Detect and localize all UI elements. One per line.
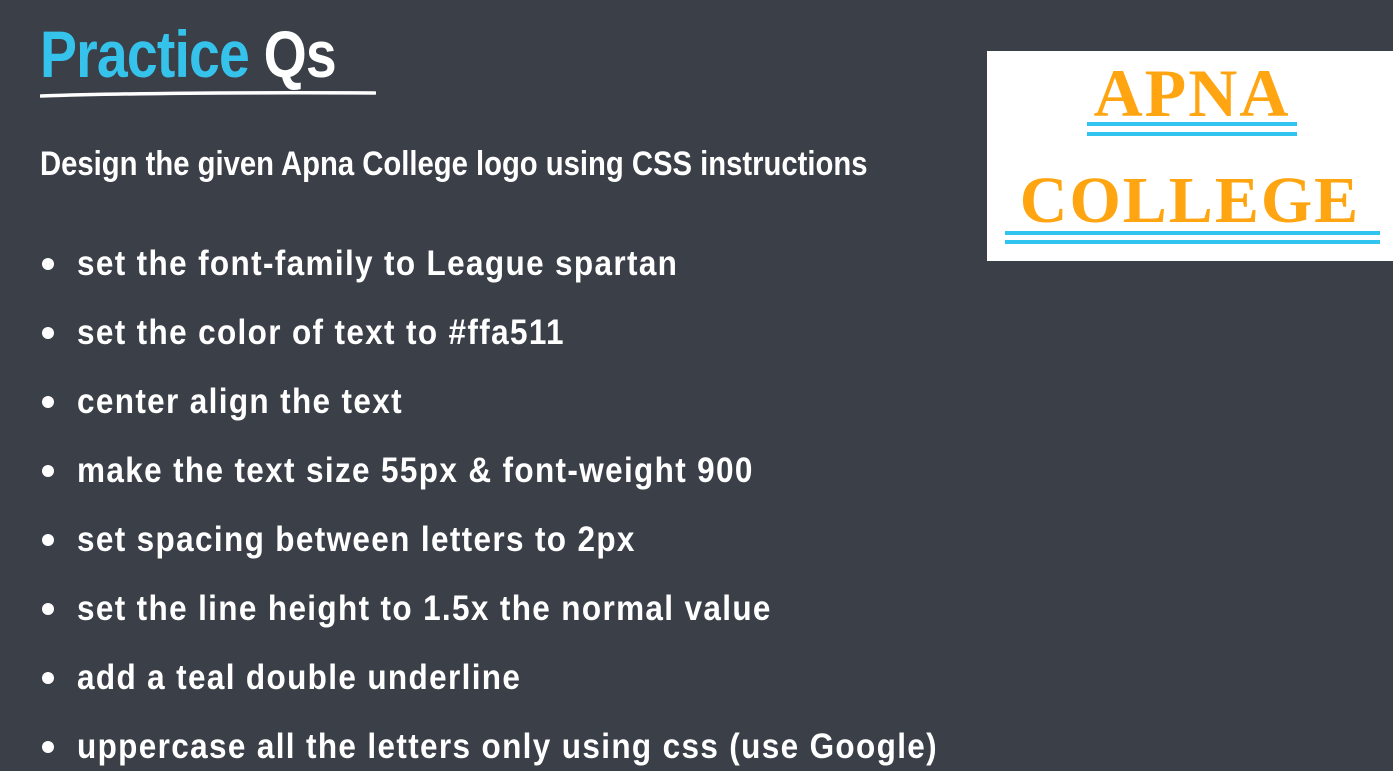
bullet-dot-icon [42, 258, 54, 270]
logo-underline-top [1087, 122, 1297, 126]
bullet-dot-icon [42, 327, 54, 339]
bullet-dot-icon [42, 741, 54, 753]
bullet-dot-icon [42, 603, 54, 615]
logo-line-apna: APNA [1093, 55, 1291, 131]
title-underline [40, 91, 376, 98]
title-word-qs: Qs [263, 17, 337, 91]
list-item-text: set spacing between letters to 2px [77, 520, 636, 559]
list-item-text: add a teal double underline [77, 658, 522, 697]
logo-underline-bottom [1087, 132, 1297, 136]
bullet-dot-icon [42, 465, 54, 477]
logo-underline-bottom [1005, 240, 1380, 244]
list-item-text: center align the text [77, 382, 403, 421]
apna-college-logo: APNA COLLEGE [987, 51, 1393, 261]
bullet-dot-icon [42, 396, 54, 408]
list-item-text: set the line height to 1.5x the normal v… [77, 589, 772, 628]
list-item-text: set the font-family to League spartan [77, 244, 679, 283]
list-item-text: uppercase all the letters only using css… [77, 727, 939, 766]
slide-subtitle: Design the given Apna College logo using… [40, 145, 868, 183]
slide-title: Practice Qs [40, 14, 337, 94]
logo-underline-top [1005, 231, 1380, 235]
bullet-dot-icon [42, 534, 54, 546]
logo-line-college: COLLEGE [1019, 164, 1361, 237]
bullet-dot-icon [42, 672, 54, 684]
list-item-text: make the text size 55px & font-weight 90… [77, 451, 754, 490]
title-word-practice: Practice [40, 17, 250, 91]
list-item-text: set the color of text to #ffa511 [77, 313, 565, 352]
